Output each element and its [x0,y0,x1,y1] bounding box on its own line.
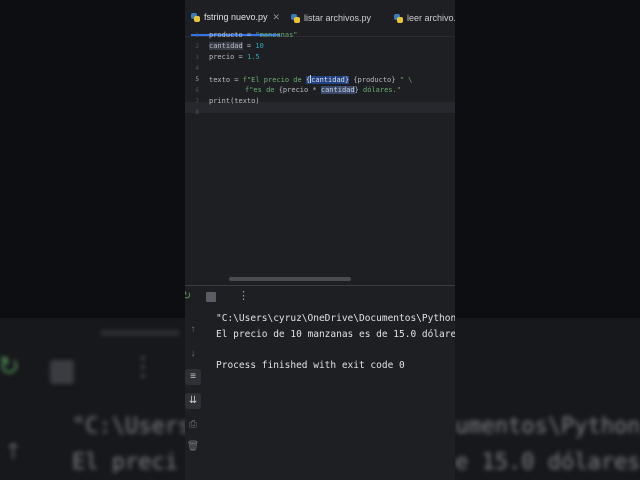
code-token: cantidad [209,42,243,50]
line-number: 4 [195,65,199,72]
backdrop-stop-icon [50,360,74,384]
code-token: texto [209,76,231,84]
code-token: = [242,42,256,50]
code-token: 10 [255,42,264,50]
backdrop-scrollbar [100,330,180,336]
tab-label: leer archivo.py [407,13,455,23]
backdrop-path-left: "C:\Users [72,414,192,439]
backdrop-output-left: El preci [72,450,178,475]
code-token: f"El precio de [242,76,306,84]
code-line-6: f"es de {precio * cantidad} dólares." [245,86,401,94]
code-token: {precio * [278,86,321,94]
backdrop-more-icon: ⋮ [130,352,156,382]
python-file-icon [291,13,300,23]
backdrop-rerun-icon: ↻ [0,352,20,382]
code-token: 1.5 [246,53,260,61]
soft-wrap-icon[interactable]: ≡ [185,369,201,385]
code-line-5: texto = f"El precio de {cantidad} {produ… [209,75,412,84]
scroll-to-end-icon[interactable]: ⇊ [185,393,201,409]
ide-window: fstring nuevo.py ✕ listar archivos.py le… [185,0,455,480]
code-line-1: producto = "manzanas" [209,31,298,39]
line-number: 7 [195,98,199,105]
run-toolbar: ↻ ⋮ [185,286,455,308]
console-exit-line: Process finished with exit code 0 [216,360,405,371]
print-icon[interactable]: ⎙ [185,417,201,433]
stop-icon[interactable] [206,292,216,302]
code-token: f"es de [245,86,279,94]
code-token: producto [209,31,243,39]
python-file-icon [394,13,403,23]
down-arrow-icon[interactable]: ↓ [185,346,201,362]
more-icon[interactable]: ⋮ [238,290,249,303]
run-panel: ↻ ⋮ ↑ ↓ ≡ ⇊ ⎙ 🗑 "C:\Users\cyruz\OneDrive… [185,285,455,480]
tab-label: listar archivos.py [304,13,372,23]
python-file-icon [191,12,200,22]
code-token: = [234,53,247,61]
selected-token: cantidad [311,76,345,84]
tab-label: fstring nuevo.py [204,12,268,22]
run-side-toolbar: ↑ ↓ ≡ ⇊ ⎙ 🗑 [185,322,205,480]
code-line-3: precio = 1.5 [209,53,260,61]
line-number: 5 [195,76,199,83]
code-token: = [230,76,243,84]
code-token: " \ [395,76,413,84]
code-line-7: print(texto) [209,97,260,105]
code-token: {producto} [353,76,396,84]
console-output-line: El precio de 10 manzanas es de 15.0 dóla… [216,329,455,340]
line-number: 2 [195,43,199,50]
code-editor[interactable]: 1 2 3 4 5 6 7 8 producto = "manzanas" ca… [185,29,455,272]
code-token: precio [209,53,235,61]
close-icon[interactable]: ✕ [273,12,281,23]
editor-horizontal-scrollbar[interactable] [229,277,351,281]
line-number: 3 [195,54,199,61]
code-token: dólares." [358,86,401,94]
backdrop-output-right: e 15.0 dólares [455,450,640,475]
rerun-icon[interactable]: ↻ [185,290,191,303]
trash-icon[interactable]: 🗑 [185,439,201,455]
up-arrow-icon[interactable]: ↑ [185,322,201,338]
code-line-2: cantidad = 10 [209,42,264,50]
code-token: = [242,31,256,39]
line-number: 1 [195,32,199,39]
highlighted-token: cantidad [320,86,355,94]
line-number: 8 [195,109,199,116]
code-token: "manzanas" [255,31,298,39]
line-number: 6 [195,87,199,94]
console-path-line: "C:\Users\cyruz\OneDrive\Documentos\Pyth… [216,313,455,324]
backdrop-path-right: umentos\Python [455,414,640,439]
backdrop-up-arrow-icon: ↑ [4,440,23,465]
